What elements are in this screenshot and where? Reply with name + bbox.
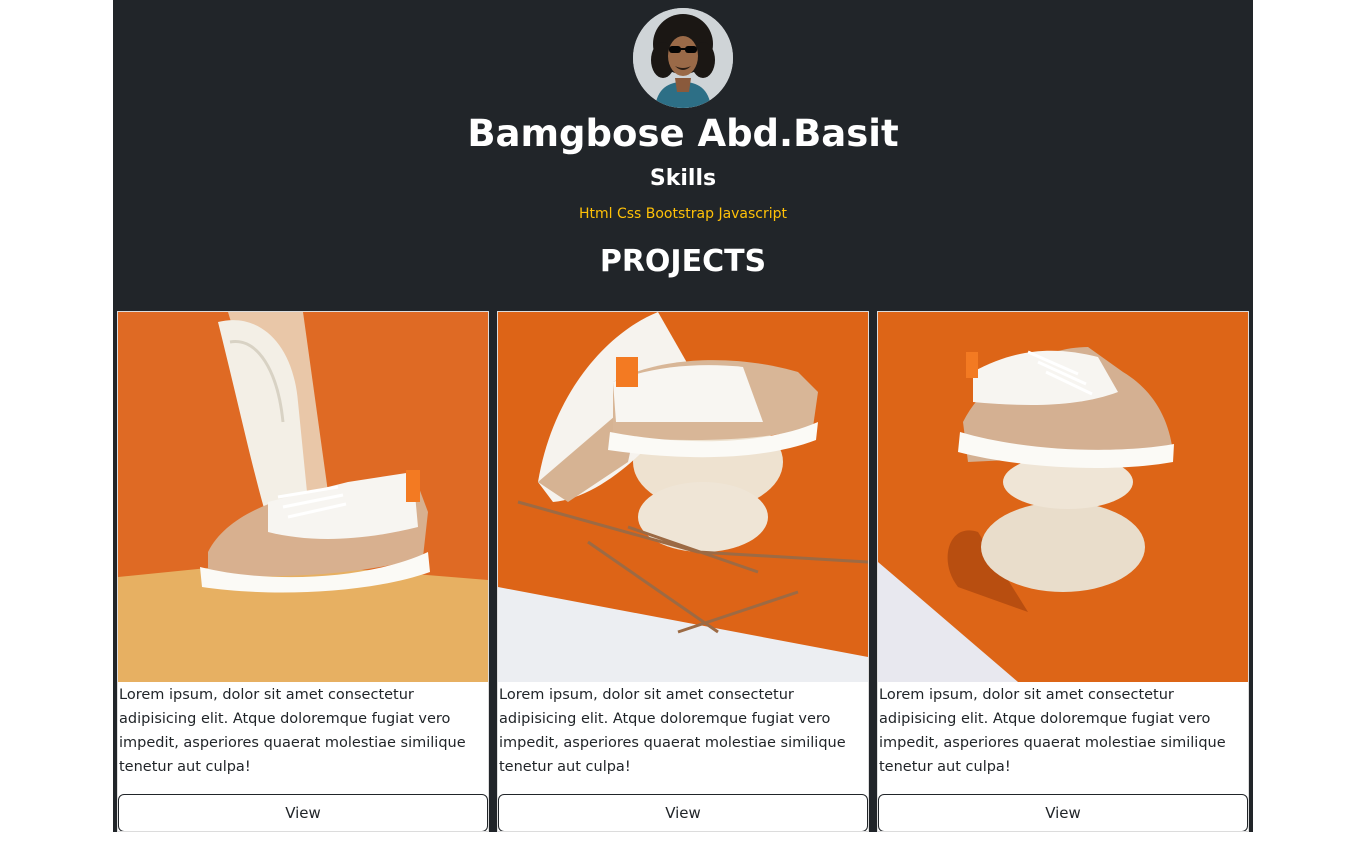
profile-section: Bamgbose Abd.Basit Skills Html Css Boots… bbox=[113, 0, 1253, 832]
skills-heading: Skills bbox=[649, 166, 717, 191]
project-card-2: Lorem ipsum, dolor sit amet consectetur … bbox=[497, 311, 869, 832]
project-card-1: Lorem ipsum, dolor sit amet consectetur … bbox=[117, 311, 489, 832]
project-image-1 bbox=[118, 312, 488, 682]
project-description-3: Lorem ipsum, dolor sit amet consectetur … bbox=[879, 687, 1226, 775]
project-description-1: Lorem ipsum, dolor sit amet consectetur … bbox=[119, 687, 466, 775]
sneaker-photo bbox=[118, 312, 488, 682]
project-card-3: Lorem ipsum, dolor sit amet consectetur … bbox=[877, 311, 1249, 832]
avatar bbox=[633, 8, 733, 108]
project-description-2: Lorem ipsum, dolor sit amet consectetur … bbox=[499, 687, 846, 775]
sneaker-photo bbox=[498, 312, 868, 682]
view-button-3[interactable]: View bbox=[878, 794, 1248, 831]
sneaker-photo bbox=[878, 312, 1248, 682]
avatar-photo bbox=[633, 8, 733, 108]
view-button-2[interactable]: View bbox=[498, 794, 868, 831]
project-image-3 bbox=[878, 312, 1248, 682]
project-image-2 bbox=[498, 312, 868, 682]
profile-name: Bamgbose Abd.Basit bbox=[467, 112, 899, 155]
projects-heading: PROJECTS bbox=[599, 244, 767, 279]
skills-list: Html Css Bootstrap Javascript bbox=[578, 206, 788, 222]
view-button-1[interactable]: View bbox=[118, 794, 488, 831]
